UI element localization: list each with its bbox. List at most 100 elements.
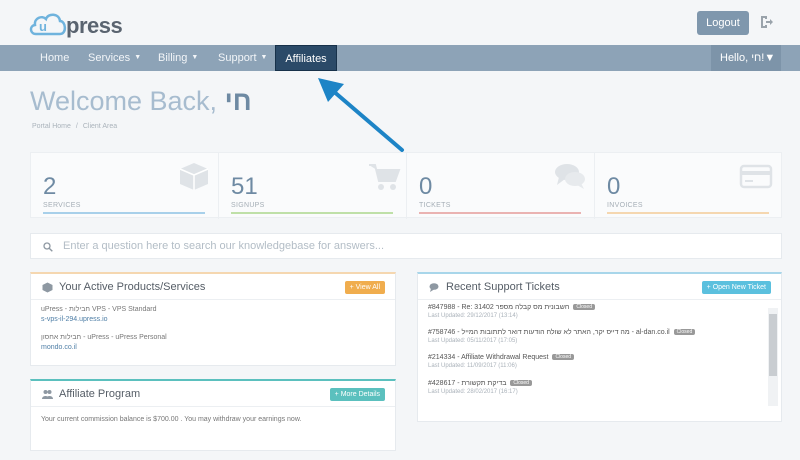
recent-tickets-header: Recent Support Tickets + Open New Ticket	[418, 274, 781, 300]
nav-services-label: Services	[88, 52, 131, 64]
stat-tickets-value: 0	[419, 173, 433, 200]
stat-tickets-bar	[419, 212, 581, 214]
logout-button[interactable]: Logout	[697, 11, 749, 35]
stat-services-value: 2	[43, 173, 57, 200]
active-products-title: Your Active Products/Services	[59, 281, 206, 293]
affiliate-program-header: Affiliate Program + More Details	[31, 381, 395, 407]
stat-signups-value: 51	[231, 173, 258, 200]
affiliate-program-panel: Affiliate Program + More Details Your cu…	[30, 379, 396, 451]
chevron-down-icon: ▼	[764, 52, 776, 64]
users-icon	[42, 390, 53, 399]
credit-card-icon	[739, 164, 773, 189]
breadcrumb: Portal Home / Client Area	[32, 123, 117, 130]
ticket-title-text: #428617 - בדיקת תקשורת	[428, 380, 507, 387]
open-new-ticket-button[interactable]: + Open New Ticket	[701, 281, 771, 294]
nav-affiliates-label: Affiliates	[285, 53, 327, 65]
recent-tickets-panel: Recent Support Tickets + Open New Ticket…	[417, 272, 782, 422]
stat-invoices[interactable]: 0 INVOICES	[595, 153, 783, 219]
stat-services[interactable]: 2 SERVICES	[31, 153, 219, 219]
chevron-down-icon: ▼	[134, 54, 142, 62]
nav-home-label: Home	[40, 52, 70, 64]
stat-signups-bar	[231, 212, 393, 214]
ticket-updated: Last Updated: 11/09/2017 (11:06)	[428, 363, 517, 369]
logo-text: press	[66, 13, 123, 38]
annotation-arrow	[318, 78, 404, 152]
more-details-label: More Details	[340, 391, 380, 398]
search-icon	[43, 242, 53, 252]
cube-icon	[179, 163, 209, 190]
nav-billing-label: Billing	[158, 52, 188, 64]
affiliate-balance-text: Your current commission balance is $700.…	[41, 416, 302, 423]
ticket-item[interactable]: #758746 - מה דייס יקר, האתר לא שולח הודע…	[428, 329, 768, 344]
stat-signups[interactable]: 51 SIGNUPS	[219, 153, 407, 219]
view-all-label: View All	[355, 284, 380, 291]
more-details-button[interactable]: + More Details	[329, 388, 385, 401]
nav-billing[interactable]: Billing ▼	[158, 45, 198, 71]
stat-tickets-label: TICKETS	[419, 202, 451, 209]
breadcrumb-portal-home[interactable]: Portal Home	[32, 123, 71, 130]
welcome-name: חי	[224, 86, 252, 116]
view-all-button[interactable]: + View All	[344, 281, 385, 294]
ticket-title-text: #758746 - מה דייס יקר, האתר לא שולח הודע…	[428, 329, 670, 336]
ticket-updated: Last Updated: 29/12/2017 (13:14)	[428, 313, 518, 319]
welcome-prefix: Welcome Back,	[30, 86, 218, 116]
top-bar: u press Logout	[0, 0, 800, 45]
user-menu[interactable]: Hello, חי!▼	[711, 45, 781, 71]
breadcrumb-separator: /	[75, 123, 78, 130]
cart-icon	[369, 164, 401, 190]
tickets-scrollbar[interactable]	[768, 308, 778, 406]
nav-home[interactable]: Home	[40, 45, 69, 71]
active-products-panel: Your Active Products/Services + View All…	[30, 272, 396, 366]
breadcrumb-client-area: Client Area	[82, 123, 118, 130]
open-new-ticket-label: Open New Ticket	[712, 284, 766, 291]
cube-icon	[42, 282, 53, 293]
stat-invoices-value: 0	[607, 173, 621, 200]
ticket-title: #428617 - בדיקת תקשורת Closed	[428, 380, 768, 387]
stat-services-bar	[43, 212, 205, 214]
status-badge: Closed	[573, 304, 595, 311]
status-badge: Closed	[510, 380, 532, 387]
stats-row: 2 SERVICES 51 SIGNUPS 0 TICKETS 0 INVOIC…	[30, 152, 783, 219]
knowledgebase-search	[30, 233, 782, 259]
user-menu-label: Hello, חי!	[720, 52, 765, 64]
comments-icon	[429, 283, 439, 292]
ticket-item[interactable]: #847988 - Re: 31402 חשבונית מס קבלה מספר…	[428, 304, 768, 319]
status-badge: Closed	[552, 354, 575, 361]
product-name: uPress - חבילות VPS - VPS Standard	[41, 306, 157, 313]
ticket-item[interactable]: #428617 - בדיקת תקשורת Closed Last Updat…	[428, 380, 768, 395]
stat-invoices-label: INVOICES	[607, 202, 643, 209]
ticket-updated: Last Updated: 28/02/2017 (16:17)	[428, 389, 518, 395]
ticket-title-text: #214334 - Affiliate Withdrawal Request	[428, 354, 549, 361]
page-title: Welcome Back, חי	[30, 86, 252, 117]
cloud-logo-icon: u	[29, 13, 67, 36]
upress-logo[interactable]: u press	[28, 8, 123, 38]
ticket-title-text: #847988 - Re: 31402 חשבונית מס קבלה מספר	[428, 304, 570, 311]
knowledgebase-search-input[interactable]	[63, 237, 763, 255]
active-products-header: Your Active Products/Services + View All	[31, 274, 395, 300]
comments-icon	[555, 164, 585, 189]
stat-tickets[interactable]: 0 TICKETS	[407, 153, 595, 219]
recent-tickets-title: Recent Support Tickets	[446, 281, 560, 293]
chevron-down-icon: ▼	[260, 54, 268, 62]
nav-affiliates[interactable]: Affiliates	[275, 45, 337, 71]
ticket-title: #758746 - מה דייס יקר, האתר לא שולח הודע…	[428, 329, 768, 336]
ticket-title: #214334 - Affiliate Withdrawal Request C…	[428, 354, 768, 361]
status-badge: Closed	[673, 329, 696, 336]
product-domain-link[interactable]: mondo.co.il	[41, 344, 77, 351]
svg-text:u: u	[39, 19, 47, 34]
main-navbar: Home Services ▼ Billing ▼ Support ▼ Affilia…	[0, 45, 800, 71]
ticket-title: #847988 - Re: 31402 חשבונית מס קבלה מספר…	[428, 304, 768, 311]
ticket-item[interactable]: #214334 - Affiliate Withdrawal Request C…	[428, 354, 768, 369]
nav-support-label: Support	[218, 52, 257, 64]
stat-signups-label: SIGNUPS	[231, 202, 265, 209]
nav-support[interactable]: Support ▼	[218, 45, 267, 71]
affiliate-program-title: Affiliate Program	[59, 388, 141, 400]
product-domain-link[interactable]: s-vps-il-294.upress.io	[41, 316, 108, 323]
chevron-down-icon: ▼	[191, 54, 199, 62]
scrollbar-thumb[interactable]	[769, 314, 777, 376]
product-name: חבילות אחסון - uPress - uPress Personal	[41, 334, 167, 341]
stat-services-label: SERVICES	[43, 202, 81, 209]
nav-services[interactable]: Services ▼	[88, 45, 141, 71]
ticket-updated: Last Updated: 05/11/2017 (17:05)	[428, 338, 518, 344]
exit-icon[interactable]	[760, 15, 774, 29]
